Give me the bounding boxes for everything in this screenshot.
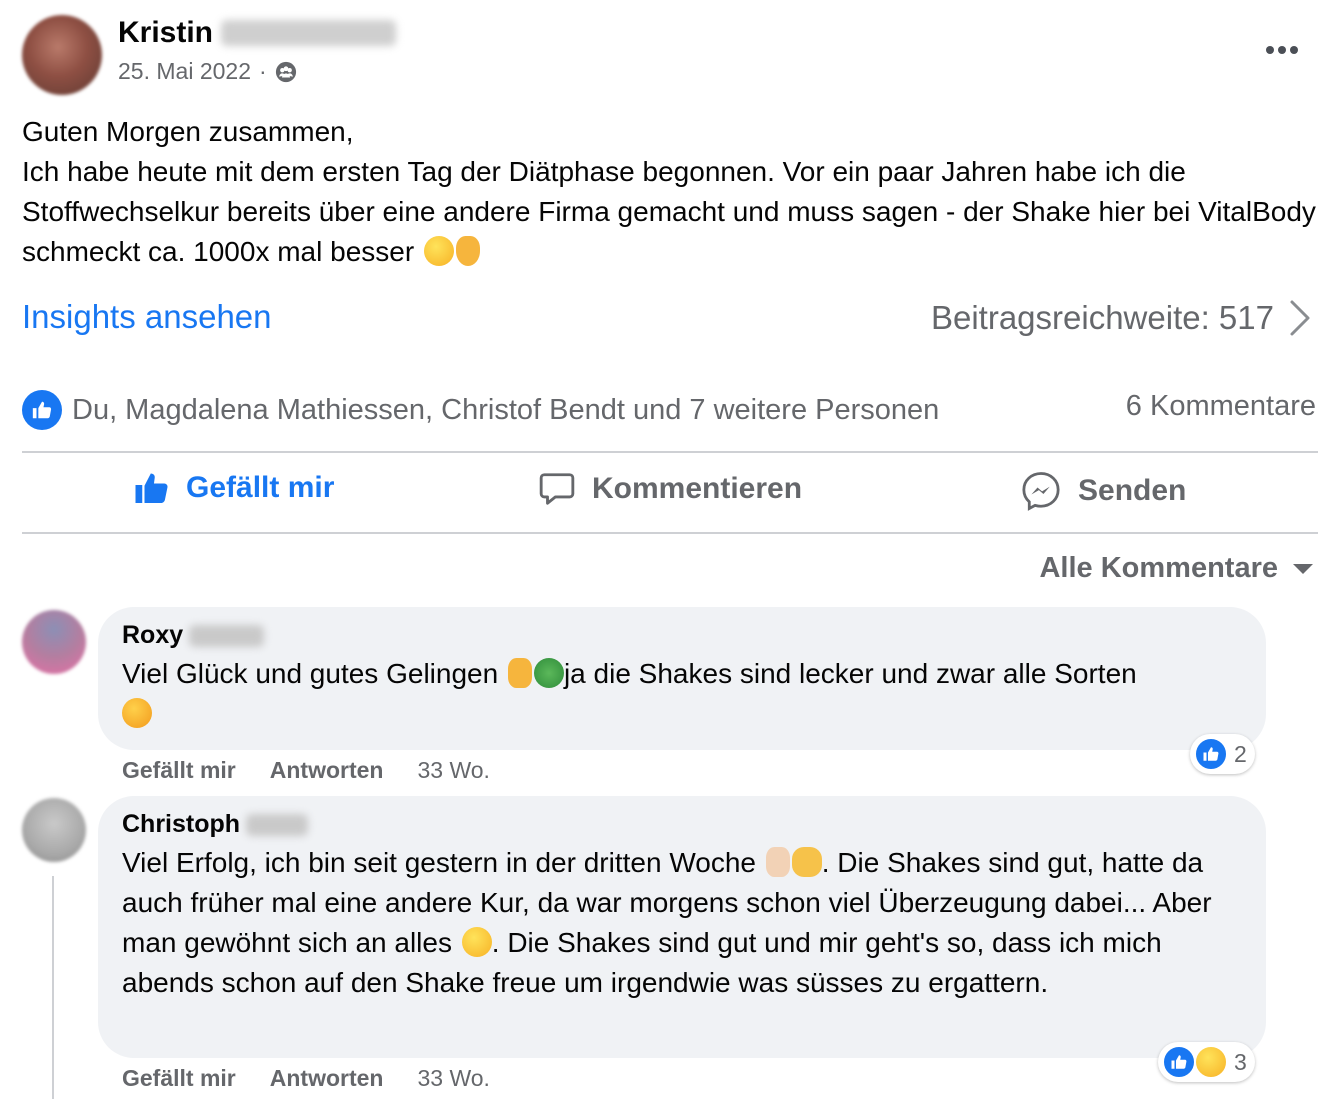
like-reaction-icon — [1194, 737, 1228, 771]
comments-count[interactable]: 6 Kommentare — [1126, 390, 1316, 423]
comment-text-1-part1: Viel Glück und gutes Gelingen — [122, 658, 499, 689]
reach-label: Beitragsreichweite: 517 — [930, 299, 1274, 336]
messenger-icon — [1022, 472, 1060, 511]
meta-separator: · — [258, 58, 267, 84]
divider-bottom — [22, 532, 1318, 534]
reply-thread-line — [52, 876, 54, 1099]
comments-filter-label: Alle Kommentare — [1039, 552, 1278, 584]
comments-filter[interactable]: Alle Kommentare — [1039, 552, 1314, 585]
post-text-line-1: Guten Morgen zusammen, — [22, 116, 354, 147]
comment-button[interactable]: Kommentieren — [538, 470, 802, 508]
more-options-button[interactable] — [1262, 30, 1302, 70]
post-meta: 25. Mai 2022 · — [118, 58, 297, 85]
comment-like-link-1[interactable]: Gefällt mir — [122, 757, 236, 784]
grinning-sweat-emoji — [423, 236, 454, 266]
haha-reaction-icon — [1194, 1045, 1228, 1079]
ok-hand-emoji — [455, 236, 480, 266]
thumbs-up-icon — [135, 473, 168, 503]
divider-top — [22, 451, 1318, 453]
comment-reaction-count-2: 3 — [1234, 1048, 1247, 1075]
comment-author-name-1[interactable]: Roxy — [122, 621, 183, 650]
comment-text-2-part1: Viel Erfolg, ich bin seit gestern in der… — [122, 847, 756, 878]
author-surname-blurred — [221, 20, 397, 46]
author-avatar[interactable] — [22, 15, 102, 95]
post-date[interactable]: 25. Mai 2022 — [118, 58, 251, 85]
laughing-emoji — [461, 927, 492, 957]
comment-author-surname-blurred-2 — [246, 813, 309, 836]
like-button-label: Gefällt mir — [186, 471, 335, 504]
thumbs-up-emoji — [507, 658, 532, 688]
like-reaction-icon — [1162, 1045, 1196, 1079]
comment-author-1: Roxy — [122, 621, 1242, 650]
four-leaf-clover-emoji — [533, 658, 564, 688]
chevron-right-icon — [1290, 300, 1310, 336]
comment-reactions-1[interactable]: 2 — [1190, 734, 1255, 774]
reactions-names: Du, Magdalena Mathiessen, Christof Bendt… — [72, 393, 940, 426]
comment-like-link-2[interactable]: Gefällt mir — [122, 1065, 236, 1092]
post-text-body: Ich habe heute mit dem ersten Tag der Di… — [22, 156, 1316, 267]
comment-reaction-count-1: 2 — [1234, 740, 1247, 767]
like-button[interactable]: Gefällt mir — [134, 470, 334, 506]
caret-down-icon — [1293, 563, 1313, 574]
thumbs-up-emoji — [765, 847, 790, 877]
comment-text-1: Viel Glück und gutes Gelingen ja die Sha… — [122, 654, 1242, 734]
post-body: Guten Morgen zusammen, Ich habe heute mi… — [22, 112, 1322, 272]
reactions-summary[interactable]: Du, Magdalena Mathiessen, Christof Bendt… — [22, 390, 939, 430]
comment-text-1-part2: ja die Shakes sind lecker und zwar alle … — [563, 658, 1137, 689]
comment-time-2[interactable]: 33 Wo. — [417, 1065, 489, 1092]
send-button-label: Senden — [1078, 474, 1187, 507]
more-horizontal-icon — [1266, 46, 1298, 54]
comment-actions-1: Gefällt mir Antworten 33 Wo. — [122, 757, 490, 784]
comment-text-2: Viel Erfolg, ich bin seit gestern in der… — [122, 843, 1242, 1003]
group-audience-icon[interactable] — [275, 61, 297, 83]
comment-avatar-roxy[interactable] — [22, 610, 86, 674]
like-reaction-icon — [22, 390, 62, 430]
comment-reply-link-1[interactable]: Antworten — [270, 757, 384, 784]
comment-author-surname-blurred-1 — [189, 624, 265, 647]
comment-bubble-1: Roxy Viel Glück und gutes Gelingen ja di… — [98, 607, 1266, 750]
comment-reply-link-2[interactable]: Antworten — [270, 1065, 384, 1092]
insights-link[interactable]: Insights ansehen — [22, 298, 272, 336]
comment-author-2: Christoph — [122, 810, 1242, 839]
comment-time-1[interactable]: 33 Wo. — [417, 757, 489, 784]
comment-avatar-christoph[interactable] — [22, 798, 86, 862]
comment-button-label: Kommentieren — [592, 472, 803, 505]
send-button[interactable]: Senden — [1020, 470, 1186, 512]
comment-reactions-2[interactable]: 3 — [1158, 1042, 1255, 1082]
post-author: Kristin — [118, 16, 397, 50]
post-text-line-2: Ich habe heute mit dem ersten Tag der Di… — [22, 152, 1322, 272]
author-name[interactable]: Kristin — [118, 16, 213, 50]
comment-author-name-2[interactable]: Christoph — [122, 810, 240, 839]
raising-hands-emoji — [791, 847, 822, 877]
comment-bubble-icon — [539, 473, 575, 505]
post-reach[interactable]: Beitragsreichweite: 517 — [931, 298, 1312, 338]
comment-bubble-2: Christoph Viel Erfolg, ich bin seit gest… — [98, 796, 1266, 1058]
comment-actions-2: Gefällt mir Antworten 33 Wo. — [122, 1065, 490, 1092]
heart-eyes-emoji — [122, 698, 152, 728]
